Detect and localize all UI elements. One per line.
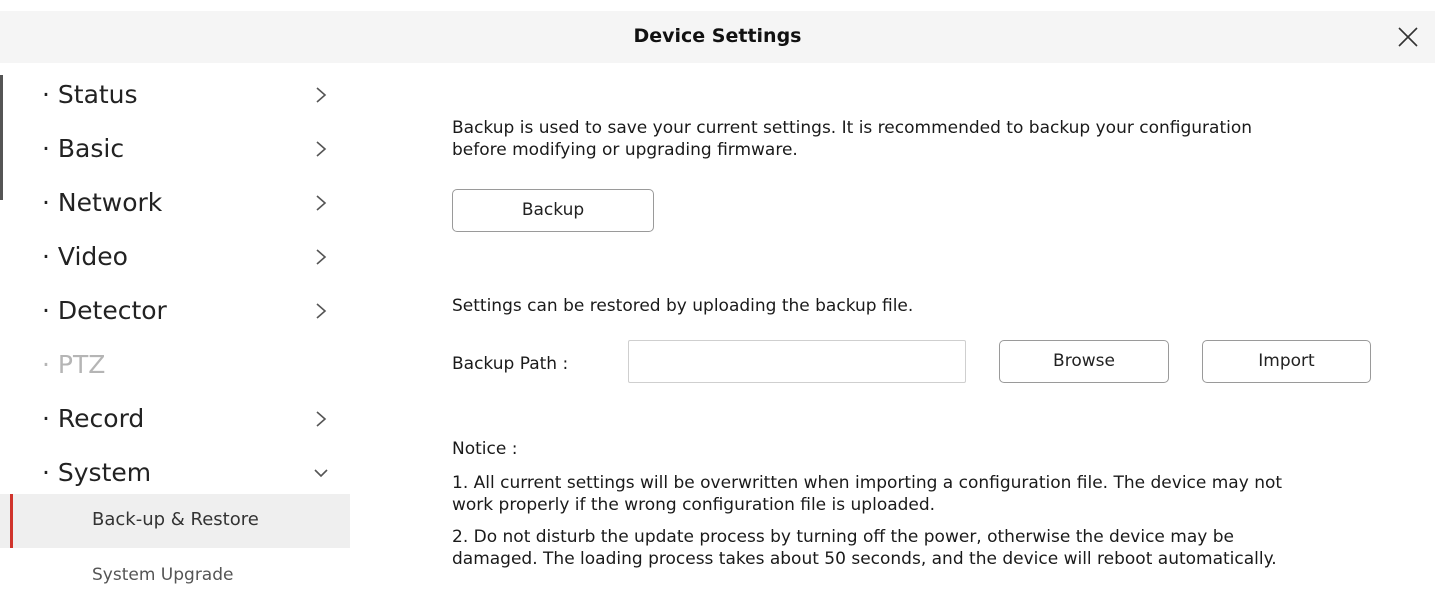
window-edge <box>0 75 3 200</box>
backup-description-line1: Backup is used to save your current sett… <box>452 118 1253 138</box>
chevron-down-icon <box>314 469 328 478</box>
chevron-right-icon <box>316 411 327 427</box>
dialog-title-bar: Device Settings <box>0 11 1435 63</box>
browse-button[interactable]: Browse <box>999 340 1169 383</box>
sidebar-subitem-label: Back-up & Restore <box>92 509 259 530</box>
notice-label: Notice : <box>452 439 518 459</box>
notice-item-2-line2: damaged. The loading process takes about… <box>452 549 1277 569</box>
sidebar-item-system[interactable]: · System <box>42 454 342 494</box>
sidebar-item-ptz: · PTZ <box>42 346 342 386</box>
dialog-title: Device Settings <box>633 25 802 47</box>
sidebar-item-basic[interactable]: · Basic <box>42 130 342 170</box>
sidebar-item-label: · Network <box>42 188 163 217</box>
backup-path-input[interactable] <box>628 340 966 383</box>
sidebar-item-label: · Status <box>42 80 138 109</box>
sidebar-item-label: · Basic <box>42 134 125 163</box>
chevron-right-icon <box>316 303 327 319</box>
sidebar-subitem-label: System Upgrade <box>92 565 234 585</box>
close-icon[interactable] <box>1395 24 1421 50</box>
chevron-right-icon <box>316 249 327 265</box>
sidebar-item-video[interactable]: · Video <box>42 238 342 278</box>
sidebar-item-label: · System <box>42 458 152 487</box>
chevron-right-icon <box>316 87 327 103</box>
sidebar-item-label: · Video <box>42 242 128 271</box>
sidebar-item-status[interactable]: · Status <box>42 76 342 116</box>
sidebar-item-label: · PTZ <box>42 350 106 379</box>
sidebar: · Status · Basic · Network · Video · Det… <box>0 63 350 610</box>
chevron-right-icon <box>316 195 327 211</box>
restore-description: Settings can be restored by uploading th… <box>452 296 914 316</box>
notice-item-1-line1: 1. All current settings will be overwrit… <box>452 473 1283 493</box>
notice-item-2-line1: 2. Do not disturb the update process by … <box>452 527 1234 547</box>
sidebar-subitem-system-upgrade[interactable]: System Upgrade <box>0 550 350 604</box>
sidebar-item-label: · Detector <box>42 296 167 325</box>
sidebar-subitem-backup-restore[interactable]: Back-up & Restore <box>0 494 350 548</box>
sidebar-item-record[interactable]: · Record <box>42 400 342 440</box>
import-button[interactable]: Import <box>1202 340 1371 383</box>
sidebar-item-label: · Record <box>42 404 145 433</box>
backup-button[interactable]: Backup <box>452 189 654 232</box>
sidebar-item-detector[interactable]: · Detector <box>42 292 342 332</box>
backup-description-line2: before modifying or upgrading firmware. <box>452 140 798 160</box>
chevron-right-icon <box>316 141 327 157</box>
notice-item-1-line2: work properly if the wrong configuration… <box>452 495 936 515</box>
backup-path-label: Backup Path : <box>452 354 569 374</box>
sidebar-item-network[interactable]: · Network <box>42 184 342 224</box>
